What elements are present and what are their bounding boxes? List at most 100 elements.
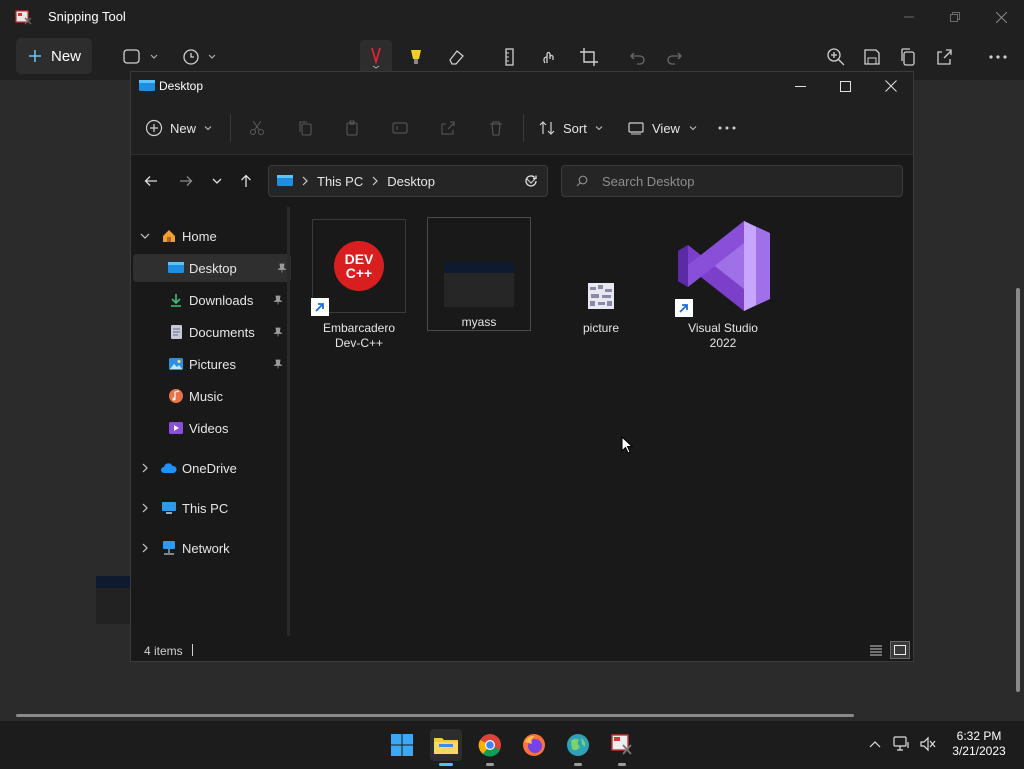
taskbar-chrome[interactable] — [474, 729, 506, 766]
back-button[interactable] — [141, 169, 161, 193]
search-box[interactable]: Search Desktop — [561, 165, 903, 197]
address-bar[interactable]: This PC Desktop — [268, 165, 548, 197]
sidebar-item-downloads[interactable]: Downloads — [131, 286, 289, 314]
crop-button[interactable] — [575, 42, 603, 72]
taskbar-firefox[interactable] — [518, 729, 550, 761]
sidebar-item-videos[interactable]: Videos — [131, 414, 289, 442]
explorer-more-button[interactable] — [715, 115, 739, 141]
snip-minimize-button[interactable] — [895, 4, 923, 30]
share-button[interactable] — [930, 42, 958, 72]
taskbar-snipping-tool[interactable] — [606, 729, 638, 766]
sort-button[interactable]: Sort — [538, 115, 604, 141]
details-view-button[interactable] — [867, 642, 885, 658]
windows-logo-icon — [391, 734, 413, 756]
add-circle-icon — [145, 119, 163, 137]
item-count: 4 items — [144, 644, 183, 658]
redo-icon — [667, 52, 682, 65]
sidebar-item-label: Pictures — [189, 356, 236, 372]
save-button[interactable] — [858, 42, 886, 72]
undo-button[interactable] — [624, 42, 652, 72]
mouse-cursor-icon — [621, 436, 633, 454]
up-button[interactable] — [236, 169, 256, 193]
snip-close-button[interactable] — [987, 4, 1015, 30]
chevron-down-icon — [689, 126, 697, 131]
explorer-minimize-button[interactable] — [787, 74, 813, 98]
onedrive-icon — [161, 463, 177, 473]
navigation-pane: Home Desktop Downloads Documents Picture… — [131, 207, 291, 636]
file-item-devcpp[interactable]: DEV C++ Embarcadero Dev-C++ — [307, 219, 411, 351]
touch-writing-button[interactable] — [535, 42, 563, 72]
share-icon — [441, 121, 455, 135]
redo-button[interactable] — [660, 42, 688, 72]
sidebar-item-pictures[interactable]: Pictures — [131, 350, 289, 378]
refresh-button[interactable] — [521, 171, 541, 191]
explorer-new-button[interactable]: New — [145, 115, 213, 141]
breadcrumb-desktop[interactable]: Desktop — [387, 174, 435, 189]
sidebar-item-documents[interactable]: Documents — [131, 318, 289, 346]
recent-locations-button[interactable] — [207, 169, 227, 193]
copy-button[interactable] — [894, 42, 922, 72]
shortcut-arrow-icon — [311, 298, 329, 316]
snip-restore-button[interactable] — [941, 4, 969, 30]
horizontal-scrollbar[interactable] — [16, 714, 854, 717]
sidebar-item-onedrive[interactable]: OneDrive — [131, 454, 289, 482]
search-placeholder: Search Desktop — [602, 173, 695, 189]
snip-mode-dropdown[interactable] — [118, 44, 162, 70]
pane-divider[interactable] — [287, 207, 290, 636]
clock[interactable]: 6:32 PM 3/21/2023 — [944, 729, 1014, 759]
snip-new-button[interactable]: New — [16, 38, 92, 74]
rename-icon — [392, 122, 408, 134]
ballpoint-pen-button[interactable] — [360, 40, 392, 74]
file-item-visual-studio[interactable]: Visual Studio 2022 — [671, 219, 775, 351]
snip-more-button[interactable] — [982, 42, 1014, 72]
volume-muted-icon — [920, 736, 936, 752]
sidebar-item-thispc[interactable]: This PC — [131, 494, 289, 522]
network-status-button[interactable] — [892, 735, 912, 753]
desktop-icon — [168, 262, 184, 273]
sidebar-item-desktop[interactable]: Desktop — [133, 254, 291, 282]
highlighter-button[interactable] — [402, 42, 430, 72]
cut-button[interactable] — [246, 115, 268, 141]
firefox-icon — [523, 734, 545, 756]
sort-label: Sort — [563, 120, 587, 136]
copy-icon — [299, 121, 312, 136]
volume-button[interactable] — [918, 735, 938, 753]
explorer-close-button[interactable] — [878, 74, 904, 98]
forward-button[interactable] — [176, 169, 196, 193]
rename-button[interactable] — [389, 115, 411, 141]
snip-delay-dropdown[interactable] — [178, 44, 222, 70]
touch-icon — [543, 51, 554, 64]
chevron-right-icon — [142, 543, 148, 553]
breadcrumb-thispc[interactable]: This PC — [317, 174, 363, 189]
copy-icon — [901, 48, 915, 66]
file-item-picture[interactable]: picture — [549, 219, 653, 336]
eraser-button[interactable] — [442, 42, 470, 72]
running-indicator — [574, 763, 582, 766]
ruler-icon — [505, 48, 514, 66]
taskbar-file-explorer[interactable] — [430, 729, 462, 766]
vertical-scrollbar[interactable] — [1016, 288, 1020, 692]
large-icons-view-button[interactable] — [890, 641, 910, 659]
status-divider — [192, 644, 193, 656]
sidebar-item-home[interactable]: Home — [131, 222, 289, 250]
document-icon — [171, 325, 182, 339]
file-item-myass[interactable]: myass — [427, 217, 531, 331]
explorer-navigation-bar: This PC Desktop Search Desktop — [131, 155, 913, 207]
devcpp-icon: DEV C++ — [311, 219, 406, 316]
show-hidden-icons-button[interactable] — [866, 735, 884, 753]
zoom-button[interactable] — [822, 42, 850, 72]
sidebar-item-music[interactable]: Music — [131, 382, 289, 410]
view-button[interactable]: View — [628, 115, 698, 141]
sidebar-item-network[interactable]: Network — [131, 534, 289, 562]
start-button[interactable] — [386, 729, 418, 761]
explorer-maximize-button[interactable] — [832, 74, 858, 98]
share-icon — [937, 49, 952, 65]
copy-file-button[interactable] — [294, 115, 316, 141]
devcpp-badge: DEV C++ — [334, 241, 384, 291]
taskbar-edge-dev[interactable] — [562, 729, 594, 766]
share-file-button[interactable] — [437, 115, 459, 141]
ruler-button[interactable] — [495, 42, 523, 72]
delete-button[interactable] — [485, 115, 507, 141]
paste-button[interactable] — [341, 115, 363, 141]
globe-app-icon — [567, 734, 589, 756]
